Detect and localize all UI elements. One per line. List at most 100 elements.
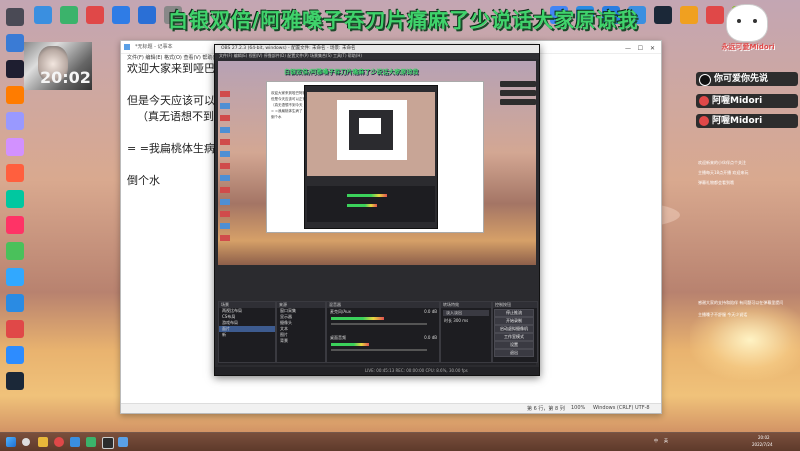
desktop-app-icon[interactable] — [6, 190, 24, 208]
desktop-app-icon[interactable] — [6, 372, 24, 390]
desktop-app-icon[interactable] — [6, 60, 24, 78]
obs-statusbar: LIVE: 00:45:13 REC: 00:00:00 CPU: 8.6%, … — [215, 367, 539, 375]
follow-button[interactable]: 你可爱你先说 — [696, 72, 798, 86]
nested-dock — [307, 186, 435, 222]
tray-ime[interactable]: 中 — [654, 438, 658, 444]
encoding: UTF-8 — [635, 405, 650, 411]
notepad-statusbar: 第 6 行，第 8 列 100% Windows (CRLF) UTF-8 — [121, 403, 661, 413]
desktop-app-icon[interactable] — [680, 6, 698, 24]
start-menu-icon[interactable] — [6, 437, 16, 447]
controls-header: 控制按钮 — [493, 302, 537, 308]
mixer-channel: 桌面音频 0.0 dB — [327, 334, 439, 360]
desktop-app-icon[interactable] — [6, 294, 24, 312]
desktop-app-icon[interactable] — [6, 86, 24, 104]
desktop-app-icon[interactable] — [112, 6, 130, 24]
weibo-button-label: 阿喔Midori — [712, 96, 763, 106]
obs-taskbar-icon[interactable] — [102, 437, 114, 449]
preview-banner: 白银双倍/阿雅嗓子吞刀片痛麻了少说话大家原谅我 — [284, 69, 419, 76]
desktop-app-icon[interactable] — [86, 6, 104, 24]
desktop-app-icon[interactable] — [6, 164, 24, 182]
line-ending: Windows (CRLF) — [593, 405, 634, 411]
zoom-level: 100% — [571, 405, 586, 411]
chat-line: 感谢大家的支持和陪伴 有问题可以在弹幕里提问 — [698, 300, 784, 305]
chat-line: 弹幕礼物都会看到哦 — [698, 180, 734, 185]
scene-item[interactable]: 新 — [219, 332, 275, 338]
desktop-app-icon[interactable] — [138, 6, 156, 24]
transition-header: 转场特效 — [441, 302, 491, 308]
wechat-icon[interactable] — [86, 437, 96, 447]
search-icon[interactable] — [22, 438, 30, 446]
studio-mode-button[interactable]: 工作室模式 — [494, 333, 534, 341]
stream-logo: 永远可爱Midori — [708, 4, 788, 56]
mixer-panel[interactable]: 混音器 麦克风/Aux 0.0 dB 桌面音频 0.0 dB — [326, 301, 440, 363]
taskbar-clock[interactable]: 20:02 — [758, 435, 770, 440]
sources-panel[interactable]: 来源 窗口采集 显示器 摄像头 文本 图片 背景 — [276, 301, 326, 363]
scenes-panel[interactable]: 场景 两视比布局 CS布局 游戏布局 面片 新 — [218, 301, 276, 363]
obs-preview[interactable]: 白银双倍/阿雅嗓子吞刀片痛麻了少说话大家原谅我 欢迎大家来到哑巴阿雅的直播间 但… — [218, 61, 536, 265]
nested-meter — [347, 204, 377, 207]
obs-window[interactable]: OBS 27.2.3 (64-bit, windows) - 配置文件: 未命名… — [214, 44, 540, 376]
exit-button[interactable]: 退出 — [494, 349, 534, 357]
taskbar-date[interactable]: 2022/7/24 — [752, 442, 773, 447]
notepad-icon — [124, 44, 130, 50]
volume-meter — [331, 343, 369, 346]
desktop-app-icon[interactable] — [654, 6, 672, 24]
desktop-app-icon[interactable] — [60, 6, 78, 24]
duration-label: 时长 — [444, 318, 452, 323]
cursor-position: 第 6 行，第 8 列 — [527, 406, 565, 412]
preview-nested-obs — [304, 85, 438, 229]
tiktok-icon — [699, 74, 711, 86]
settings-button[interactable]: 设置 — [494, 341, 534, 349]
weibo-icon — [699, 116, 709, 126]
weibo-button-2[interactable]: 阿喔Midori — [696, 114, 798, 128]
close-icon[interactable]: ✕ — [650, 43, 655, 55]
netease-music-icon[interactable] — [54, 437, 64, 447]
desktop-app-icon[interactable] — [6, 216, 24, 234]
mixer-channel-db: 0.0 dB — [424, 309, 437, 314]
qq-icon[interactable] — [70, 437, 80, 447]
stream-banner: 白银双倍/阿雅嗓子吞刀片痛麻了少说话大家原谅我 — [168, 8, 639, 32]
transition-select[interactable]: 淡入淡出 — [443, 310, 489, 316]
notepad-taskbar-icon[interactable] — [118, 437, 128, 447]
preview-chat — [500, 81, 536, 191]
stop-stream-button[interactable]: 停止推流 — [494, 309, 534, 317]
weibo-button[interactable]: 阿喔Midori — [696, 94, 798, 108]
chat-line: 主播每天18点开播 欢迎来玩 — [698, 170, 749, 175]
file-explorer-icon[interactable] — [38, 437, 48, 447]
taskbar: 中 英 20:02 2022/7/24 — [0, 432, 800, 451]
obs-menubar[interactable]: 文件(F) 编辑(E) 视图(V) 停靠部件(D) 配置文件(P) 场景集合(S… — [215, 53, 539, 59]
volume-slider[interactable] — [331, 349, 427, 351]
virtual-camera-button[interactable]: 启动虚拟摄像机 — [494, 325, 534, 333]
mixer-channel: 麦克风/Aux 0.0 dB — [327, 308, 439, 334]
desktop-app-icon[interactable] — [6, 112, 24, 130]
source-item[interactable]: 背景 — [277, 338, 325, 344]
transition-duration[interactable]: 时长 300 ms — [441, 318, 491, 324]
volume-slider[interactable] — [331, 323, 427, 325]
maximize-icon[interactable]: ☐ — [638, 43, 643, 55]
chat-line: 主播嗓子不舒服 今天少说话 — [698, 312, 748, 317]
desktop-app-icon[interactable] — [6, 320, 24, 338]
minimize-icon[interactable]: — — [625, 43, 631, 55]
nested-meter — [347, 194, 387, 197]
nested-preview — [307, 92, 435, 176]
desktop-app-icon[interactable] — [34, 6, 52, 24]
desktop-app-icon[interactable] — [6, 138, 24, 156]
desktop-app-icon[interactable] — [6, 268, 24, 286]
logo-text: 永远可爱Midori — [721, 43, 775, 51]
obs-titlebar[interactable]: OBS 27.2.3 (64-bit, windows) - 配置文件: 未命名… — [215, 45, 539, 53]
mixer-channel-db: 0.0 dB — [424, 335, 437, 340]
nested-deepest — [359, 118, 381, 134]
transition-panel[interactable]: 转场特效 淡入淡出 时长 300 ms — [440, 301, 492, 363]
preview-desktop-icons — [220, 91, 230, 241]
start-recording-button[interactable]: 开始录制 — [494, 317, 534, 325]
nested-obs-deep — [349, 110, 393, 150]
obs-status-text: LIVE: 00:45:13 REC: 00:00:00 CPU: 8.6%, … — [365, 368, 468, 373]
desktop-app-icon[interactable] — [6, 346, 24, 364]
nested-notepad — [337, 100, 407, 160]
tray-lang[interactable]: 英 — [664, 438, 668, 444]
desktop-app-icon[interactable] — [6, 8, 24, 26]
duration-value: 300 ms — [453, 318, 469, 323]
desktop-app-icon[interactable] — [6, 34, 24, 52]
weibo-button-2-label: 阿喔Midori — [712, 116, 763, 126]
desktop-app-icon[interactable] — [6, 242, 24, 260]
